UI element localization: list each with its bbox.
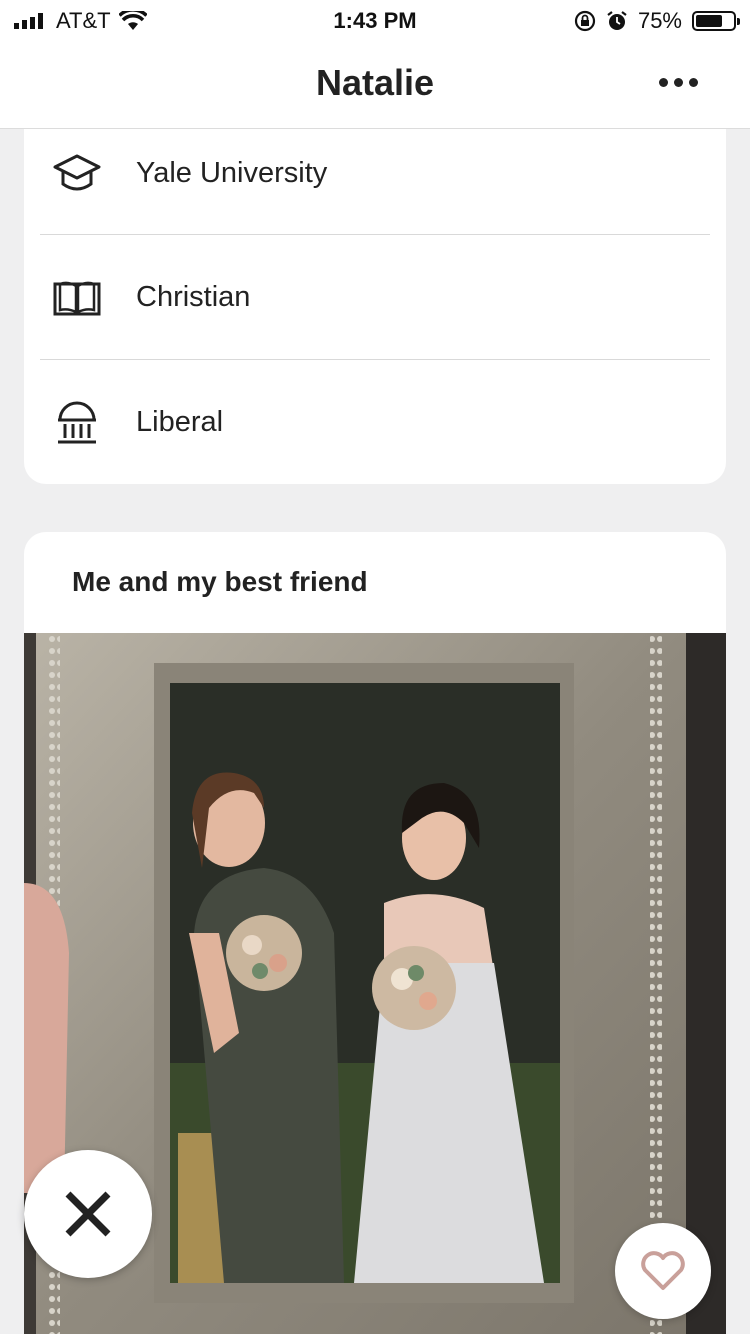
capitol-building-icon <box>52 398 102 448</box>
more-options-icon[interactable] <box>659 78 698 87</box>
info-row-school: Yale University <box>40 111 710 236</box>
info-row-religion: Christian <box>40 235 710 360</box>
x-icon <box>65 1191 111 1237</box>
reject-button[interactable] <box>24 1150 152 1278</box>
page-title: Natalie <box>315 62 435 103</box>
rotation-lock-icon <box>574 10 596 32</box>
book-icon <box>52 273 102 323</box>
alarm-icon <box>607 11 627 30</box>
battery-icon <box>692 11 740 31</box>
info-row-politics: Liberal <box>40 360 710 485</box>
profile-info-card: Yale University Christian Liberal <box>24 129 726 484</box>
battery-percent: 75% <box>637 8 682 33</box>
school-label: Yale University <box>136 157 328 189</box>
heart-icon <box>641 1251 685 1290</box>
battery-fill <box>696 15 722 27</box>
graduation-cap-icon <box>52 149 102 199</box>
like-button[interactable] <box>615 1223 711 1319</box>
politics-label: Liberal <box>136 406 224 438</box>
photo-caption: Me and my best friend <box>72 566 368 597</box>
religion-label: Christian <box>136 281 251 313</box>
status-bar: AT&T 1:43 PM 75% <box>0 0 750 42</box>
